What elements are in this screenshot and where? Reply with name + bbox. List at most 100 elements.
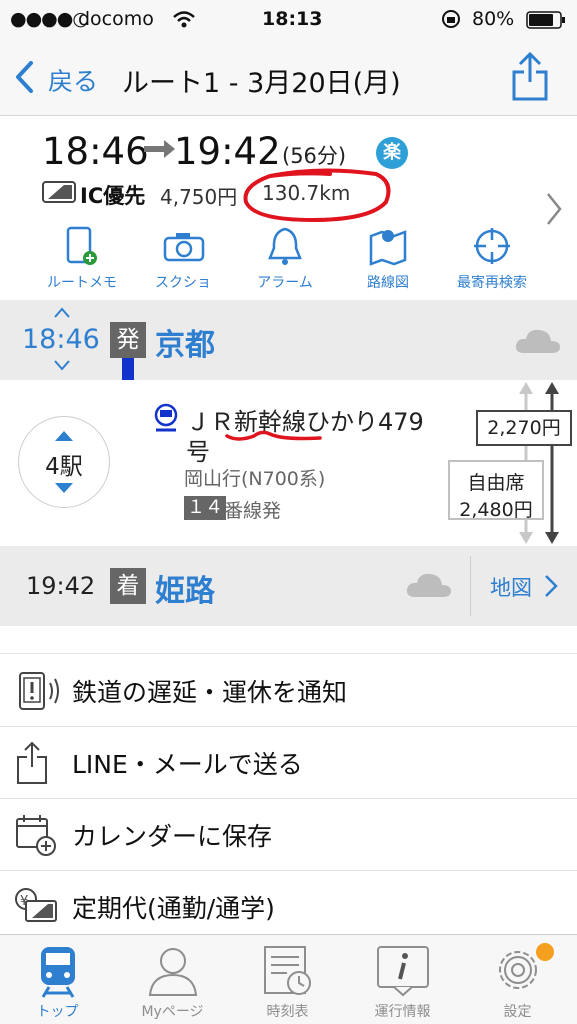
stops-count: 4駅 [45,454,83,480]
list-item-delay-notify[interactable]: 鉄道の遅延・運休を通知 [0,655,577,727]
route-map-button[interactable]: 路線図 [348,226,428,296]
status-bar: ●●●●○ docomo 18:13 80% [0,0,577,40]
arrive-row-time: 19:42 [26,572,96,600]
depart-time: 18:46 [42,130,149,173]
divider [470,556,471,616]
depart-badge: 発 [110,322,146,358]
arrive-badge: 着 [110,568,146,604]
list-item-label: 定期代(通勤/通学) [72,894,275,923]
depart-row-time[interactable]: 18:46 [22,324,100,355]
seat-fare-box[interactable]: 自由席 2,480円 [448,460,544,521]
list-item-label: LINE・メールで送る [72,750,303,779]
tab-my-page[interactable]: Myページ [115,935,230,1024]
time-up-icon[interactable] [52,306,72,320]
map-icon [369,230,407,266]
list-item-calendar-save[interactable]: カレンダーに保存 [0,799,577,871]
chevron-left-icon [16,61,33,93]
route-memo-button[interactable]: ルートメモ [42,226,122,296]
chevron-right-icon[interactable] [545,192,563,226]
orientation-lock-icon [442,10,460,28]
cloud-icon [406,573,451,597]
tab-timetable[interactable]: 時刻表 [230,935,345,1024]
battery-icon [526,11,565,29]
tab-label: Myページ [141,1004,204,1020]
wifi-icon [173,11,195,28]
red-circle-annotation [243,168,391,223]
camera-icon [163,233,205,262]
ic-fare: 2,270円 [476,410,572,446]
share-button[interactable] [510,52,550,102]
list-item-commuter-pass[interactable]: ¥ 定期代(通勤/通学) [0,871,577,943]
back-button[interactable]: 戻る [12,58,112,98]
tab-settings[interactable]: 設定 [460,935,575,1024]
person-icon [148,948,198,996]
ic-priority-label: IC優先 [80,184,146,208]
route-memo-icon [66,226,97,265]
battery-percent: 80% [472,8,515,30]
share-icon [17,741,47,784]
ic-card-icon [42,181,76,203]
arrive-station-row[interactable]: 19:42 着 姫路 地図 [0,546,577,626]
commuter-pass-icon: ¥ [15,888,57,922]
chevron-right-icon [545,575,558,597]
seat-type: 自由席 [467,472,525,494]
arrive-time: 19:42 [174,130,281,173]
tab-label: トップ [36,1004,79,1020]
status-time: 18:13 [262,8,323,30]
stops-expand-down-icon [55,483,73,493]
route-memo-label: ルートメモ [47,275,117,291]
screenshot-label: スクショ [155,275,211,291]
shinkansen-icon [154,403,178,432]
train-detail[interactable]: 4駅 ＪＲ新幹線ひかり479 号 岡山行(N700系) １４ 番線発 2,270… [0,380,577,546]
tab-service-info[interactable]: 運行情報 [345,935,460,1024]
list-item-label: カレンダーに保存 [72,822,273,851]
tab-label: 運行情報 [374,1004,431,1020]
tab-label: 設定 [503,1004,532,1020]
platform-number: １４ [184,496,226,520]
back-label: 戻る [48,67,99,96]
nearest-research-label: 最寄再検索 [457,275,527,291]
red-underline-annotation [225,430,322,441]
stops-expand-up-icon [55,431,73,441]
section-spacer [0,626,577,654]
signal-dots-icon: ●●●●○ [10,8,89,30]
train-name-suffix: 号 [186,438,210,466]
route-summary[interactable]: 18:46 19:42 (56分) 楽 IC優先 4,750円 130.7km … [0,116,577,300]
stops-counter[interactable]: 4駅 [18,416,110,508]
phone-vibrate-icon [19,672,59,710]
crosshair-icon [474,228,510,264]
cloud-icon [515,329,560,353]
alarm-button[interactable]: アラーム [245,226,325,296]
nav-bar: 戻る ルート1 - 3月20日(月) [0,40,577,116]
fare-total: 4,750円 [160,185,238,209]
tab-top[interactable]: トップ [0,935,115,1024]
alarm-label: アラーム [257,275,313,291]
arrow-right-icon [144,140,175,158]
platform-label: 番線発 [224,500,282,522]
bell-icon [268,227,302,265]
train-icon [41,947,75,998]
page-title: ルート1 - 3月20日(月) [122,68,401,99]
calendar-add-icon [16,815,56,856]
depart-station-row[interactable]: 18:46 発 京都 [0,300,577,380]
list-item-share-line-mail[interactable]: LINE・メールで送る [0,727,577,799]
nearest-research-button[interactable]: 最寄再検索 [452,226,532,296]
carrier-label: docomo [78,8,154,30]
map-link-label: 地図 [490,576,532,600]
arrive-station[interactable]: 姫路 [155,566,215,610]
easy-route-badge: 楽 [376,137,408,169]
map-link[interactable]: 地図 [478,552,574,620]
duration: (56分) [282,144,347,168]
route-map-label: 路線図 [367,275,409,291]
tab-bar: トップ Myページ 時刻表 運行情報 設定 [0,934,577,1024]
screenshot-button[interactable]: スクショ [143,226,223,296]
notification-badge [536,943,554,961]
train-destination: 岡山行(N700系) [184,468,326,490]
timetable-icon [264,946,311,995]
seat-fare: 2,480円 [459,499,533,521]
depart-station[interactable]: 京都 [155,320,215,364]
time-down-icon[interactable] [52,358,72,372]
info-icon [377,946,429,997]
list-item-label: 鉄道の遅延・運休を通知 [72,678,348,707]
tab-label: 時刻表 [266,1004,309,1020]
